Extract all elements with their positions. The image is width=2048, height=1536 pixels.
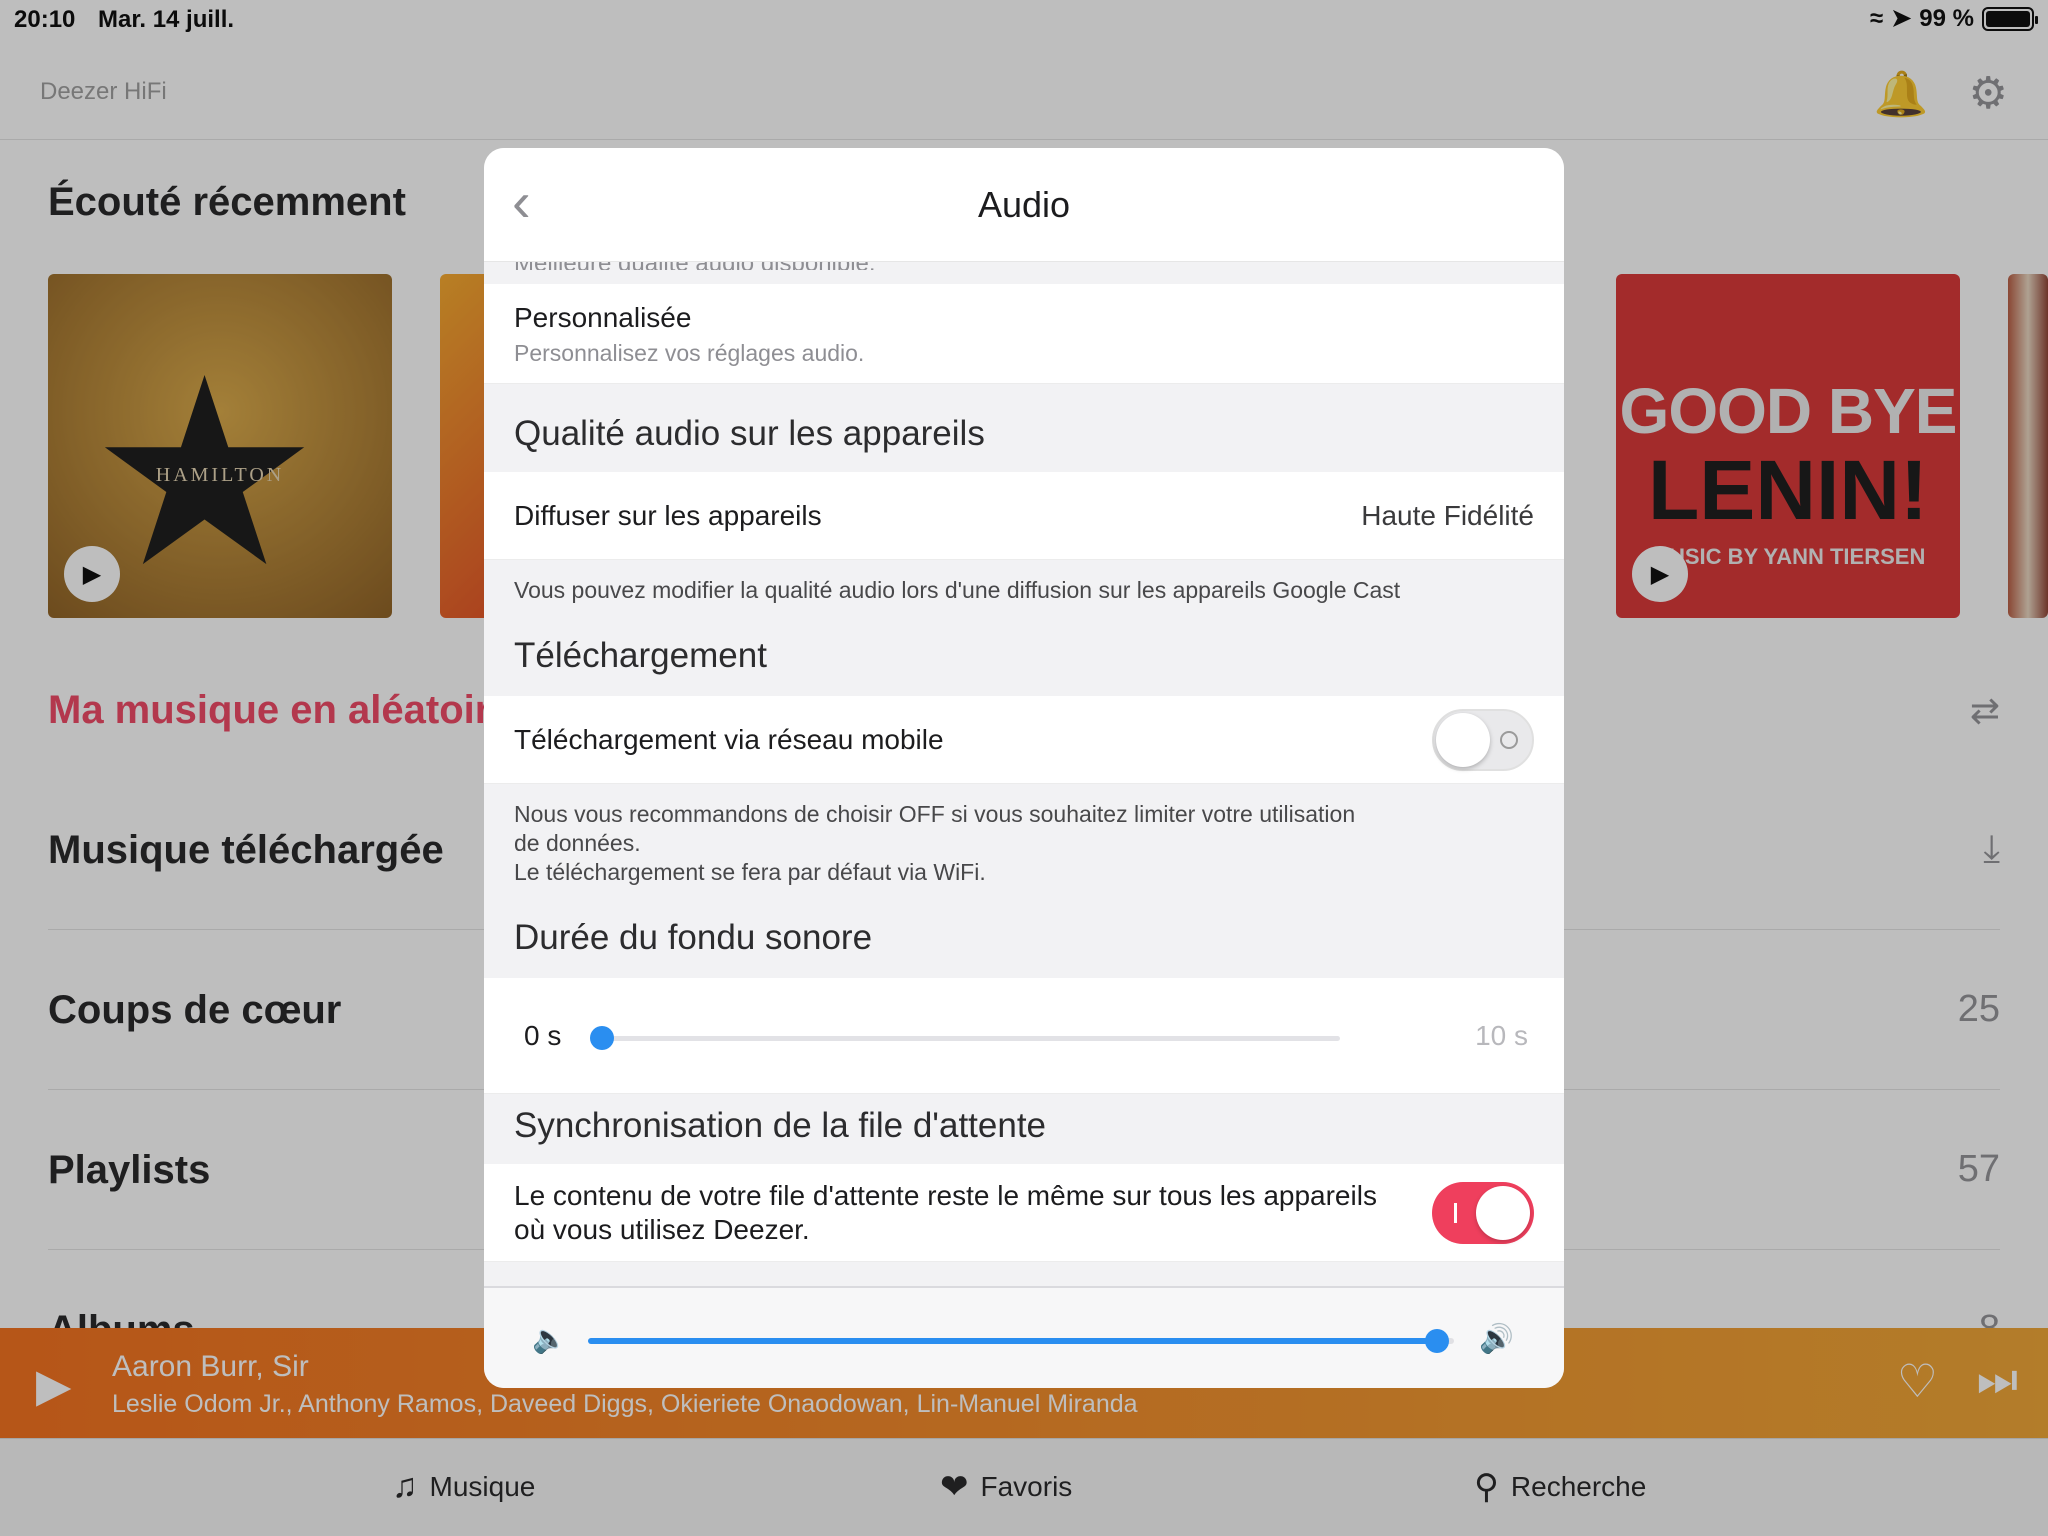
fade-min-label: 0 s	[524, 1020, 562, 1051]
download-mobile-toggle[interactable]	[1432, 709, 1534, 771]
devices-quality-row[interactable]: Diffuser sur les appareils Haute Fidélit…	[484, 472, 1564, 560]
fade-slider-thumb[interactable]	[590, 1026, 614, 1050]
devices-quality-label: Diffuser sur les appareils	[514, 500, 822, 531]
sync-queue-toggle[interactable]	[1432, 1182, 1534, 1244]
download-note-line-3: Le téléchargement se fera par défaut via…	[514, 859, 986, 885]
volume-high-icon: 🔊	[1479, 1323, 1514, 1354]
quality-custom-title: Personnalisée	[514, 302, 692, 333]
fade-max-label: 10 s	[1475, 1020, 1528, 1051]
download-note-line-1: Nous vous recommandons de choisir OFF si…	[514, 801, 1356, 827]
audio-settings-modal: Meilleure qualité audio disponible. Pers…	[484, 148, 1564, 1388]
sync-queue-line-1: Le contenu de votre file d'attente reste…	[514, 1180, 1377, 1211]
sync-queue-row: Le contenu de votre file d'attente reste…	[484, 1164, 1564, 1262]
volume-slider-track[interactable]	[588, 1329, 1454, 1353]
devices-section-title: Qualité audio sur les appareils	[514, 414, 985, 453]
download-mobile-label: Téléchargement via réseau mobile	[514, 724, 944, 755]
toggle-knob	[1436, 713, 1490, 767]
volume-slider-fill	[588, 1338, 1437, 1344]
toggle-off-mark	[1500, 731, 1518, 749]
download-note-line-2: de données.	[514, 830, 641, 856]
modal-header: ‹ Audio	[484, 148, 1564, 262]
toggle-knob	[1476, 1186, 1530, 1240]
devices-note: Vous pouvez modifier la qualité audio lo…	[514, 577, 1401, 603]
modal-title: Audio	[977, 184, 1071, 225]
quality-custom-row[interactable]: Personnalisée Personnalisez vos réglages…	[484, 284, 1564, 384]
download-mobile-row: Téléchargement via réseau mobile	[484, 696, 1564, 784]
sync-queue-line-2: où vous utilisez Deezer.	[514, 1214, 810, 1245]
quality-custom-subtitle: Personnalisez vos réglages audio.	[514, 340, 865, 366]
sync-section-title: Synchronisation de la file d'attente	[514, 1106, 1047, 1145]
fade-slider-track[interactable]	[600, 1036, 1340, 1041]
volume-low-icon: 🔈	[532, 1323, 567, 1354]
download-note: Nous vous recommandons de choisir OFF si…	[514, 800, 1514, 887]
fade-slider-row: 0 s 10 s	[484, 978, 1564, 1094]
download-section-title: Téléchargement	[514, 636, 767, 675]
devices-quality-value: Haute Fidélité	[1361, 500, 1534, 531]
toggle-on-mark	[1454, 1203, 1457, 1223]
volume-bar: 🔈 🔊	[484, 1286, 1564, 1388]
fade-section-title: Durée du fondu sonore	[514, 918, 873, 957]
volume-slider-thumb[interactable]	[1424, 1329, 1449, 1353]
